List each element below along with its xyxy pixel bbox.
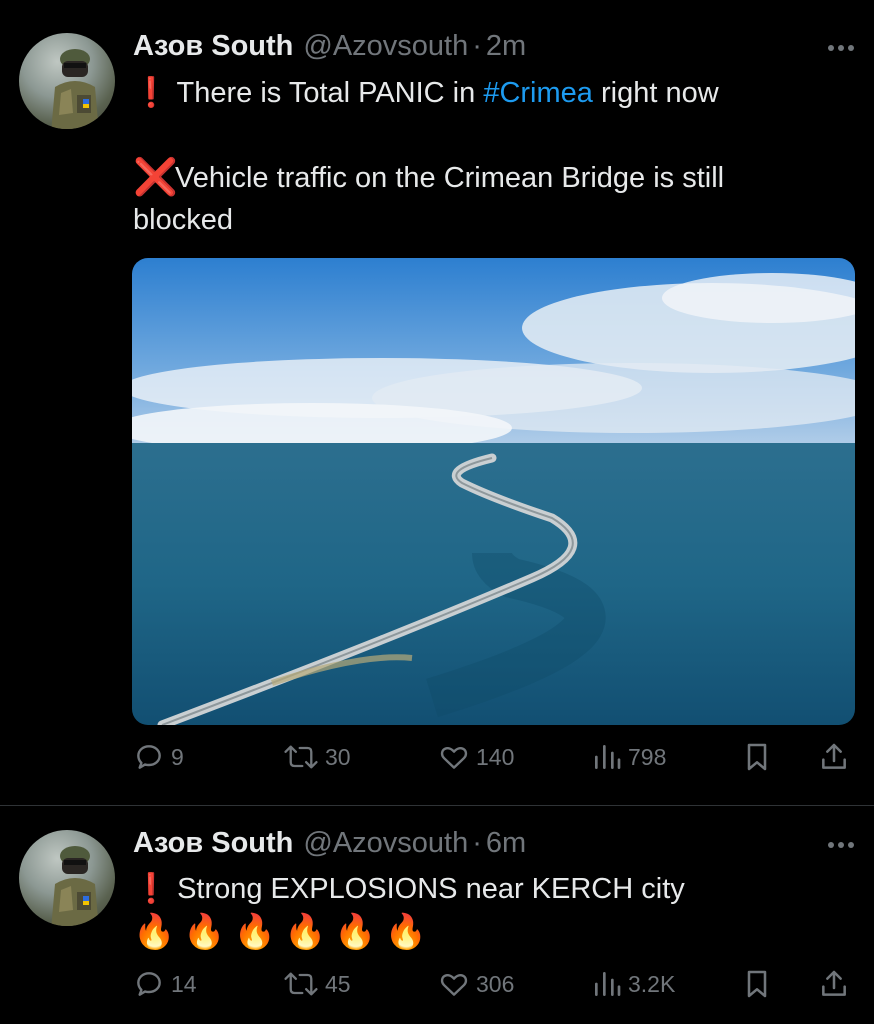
author-handle[interactable]: @Azovsouth [303, 30, 468, 63]
views-icon [595, 745, 621, 769]
tweet-header: Азов South @Azovsouth · 6m [133, 827, 526, 863]
author-handle[interactable]: @Azovsouth [303, 827, 468, 860]
retweet-count: 30 [325, 743, 351, 770]
retweet-button[interactable]: 30 [283, 741, 351, 773]
reply-icon [137, 745, 161, 769]
retweet-icon [284, 745, 318, 769]
reply-button[interactable]: 14 [133, 968, 197, 1000]
bridge-photo [132, 258, 855, 725]
text-line-1: Strong EXPLOSIONS near KERCH city [177, 873, 685, 905]
share-button[interactable] [818, 968, 850, 1000]
exclamation-emoji: ❗ [133, 77, 170, 109]
text-prefix: There is Total PANIC in [176, 77, 476, 109]
bookmark-icon [747, 743, 767, 771]
retweet-button[interactable]: 45 [283, 968, 351, 1000]
retweet-icon [284, 972, 318, 996]
like-count: 140 [476, 743, 515, 770]
tweet-line-3: blocked [133, 204, 233, 236]
heart-icon [440, 974, 468, 996]
separator-dot: · [472, 30, 482, 62]
avatar-soldier-image [51, 846, 99, 926]
tweet-line-2: ❌Vehicle traffic on the Crimean Bridge i… [133, 156, 724, 199]
views-button[interactable]: 3.2K [592, 968, 675, 1000]
tweet[interactable]: Азов South @Azovsouth · 2m ❗ There is To… [0, 0, 874, 805]
tweet-actions: 9 30 140 798 [0, 741, 874, 781]
like-button[interactable]: 306 [438, 968, 514, 1000]
tweet-line-1: ❗ There is Total PANIC in #Crimea right … [133, 72, 724, 114]
avatar[interactable] [19, 33, 115, 129]
tweet-time[interactable]: 2m [486, 30, 526, 63]
separator-dot: · [472, 827, 482, 859]
tweet-image[interactable] [132, 258, 855, 725]
views-count: 3.2K [628, 970, 676, 997]
more-icon[interactable] [828, 842, 854, 848]
more-icon[interactable] [828, 45, 854, 51]
text-suffix: right now [600, 77, 719, 109]
bookmark-button[interactable] [743, 741, 771, 773]
reply-icon [137, 972, 161, 996]
exclamation-emoji: ❗ [133, 873, 170, 905]
hashtag-link[interactable]: #Crimea [483, 77, 593, 109]
tweet-time[interactable]: 6m [486, 827, 526, 860]
share-icon [822, 970, 846, 996]
reply-count: 14 [171, 970, 197, 997]
views-button[interactable]: 798 [592, 741, 666, 773]
tweet-text: ❗ There is Total PANIC in #Crimea right … [133, 72, 724, 241]
text-line-2: Vehicle traffic on the Crimean Bridge is… [175, 162, 725, 194]
share-icon [822, 743, 846, 769]
tweet-text: ❗ Strong EXPLOSIONS near KERCH city [133, 868, 685, 910]
bookmark-icon [747, 970, 767, 998]
like-button[interactable]: 140 [438, 741, 514, 773]
fire-emojis: 🔥🔥🔥🔥🔥🔥 [133, 913, 436, 951]
tweet[interactable]: Азов South @Azovsouth · 6m ❗ Strong EXPL… [0, 806, 874, 1024]
avatar[interactable] [19, 830, 115, 926]
avatar-soldier-image [51, 49, 99, 129]
cross-mark-emoji: ❌ [133, 156, 178, 197]
heart-icon [440, 747, 468, 769]
views-icon [595, 972, 621, 996]
tweet-line-1: ❗ Strong EXPLOSIONS near KERCH city [133, 868, 685, 910]
bookmark-button[interactable] [743, 968, 771, 1000]
tweet-header: Азов South @Azovsouth · 2m [133, 30, 526, 66]
tweet-actions: 14 45 306 3.2K [0, 968, 874, 1008]
author-name[interactable]: Азов South [133, 827, 293, 860]
share-button[interactable] [818, 741, 850, 773]
like-count: 306 [476, 970, 515, 997]
retweet-count: 45 [325, 970, 351, 997]
views-count: 798 [628, 743, 667, 770]
author-name[interactable]: Азов South [133, 30, 293, 63]
reply-button[interactable]: 9 [133, 741, 184, 773]
reply-count: 9 [171, 743, 184, 770]
